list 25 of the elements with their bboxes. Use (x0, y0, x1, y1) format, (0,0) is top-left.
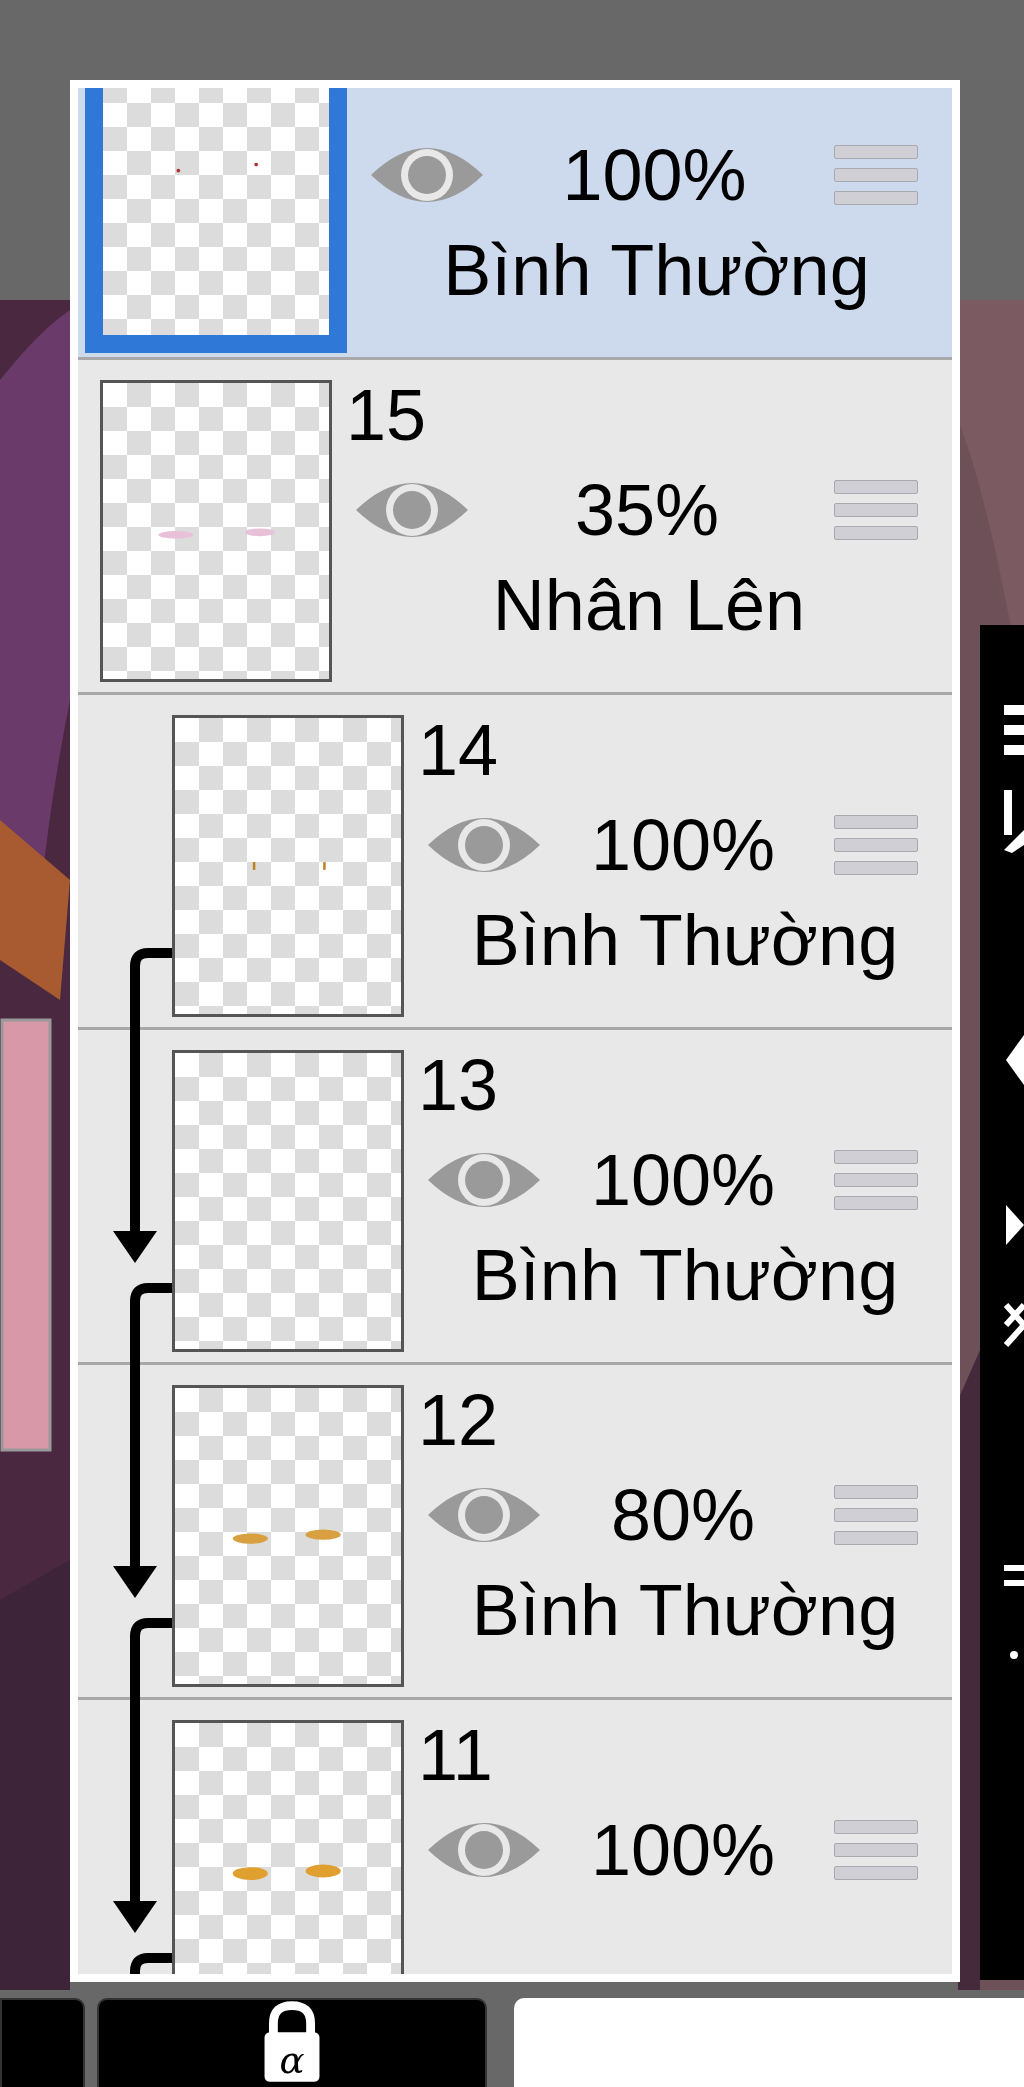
drag-handle[interactable] (834, 145, 918, 205)
blend-mode: Bình Thường (471, 899, 899, 982)
opacity-value: 100% (561, 134, 748, 216)
toolbar-button[interactable] (0, 1998, 85, 2087)
opacity-value: 35% (573, 469, 721, 551)
blend-mode: Bình Thường (471, 1234, 899, 1317)
alpha-lock-button[interactable]: α (97, 1998, 487, 2087)
opacity-value: 100% (589, 804, 777, 886)
drag-handle[interactable] (834, 1485, 918, 1545)
drag-handle[interactable] (834, 1820, 918, 1880)
layer-number: 14 (418, 709, 499, 791)
drag-handle[interactable] (834, 1150, 918, 1210)
layer-number: 13 (418, 1044, 499, 1126)
blend-mode: Bình Thường (471, 1569, 899, 1652)
opacity-value: 100% (589, 1809, 777, 1891)
layer-number: 11 (418, 1714, 493, 1796)
opacity-value: 80% (609, 1474, 757, 1556)
layer-row[interactable]: 100% Bình Thường (78, 88, 952, 360)
blend-mode: Bình Thường (443, 229, 870, 312)
layer-number: 15 (346, 374, 427, 456)
blend-mode: Nhân Lên (492, 564, 806, 647)
drag-handle[interactable] (834, 815, 918, 875)
layer-number: 12 (418, 1379, 499, 1461)
drag-handle[interactable] (834, 480, 918, 540)
opacity-value: 100% (589, 1139, 777, 1221)
